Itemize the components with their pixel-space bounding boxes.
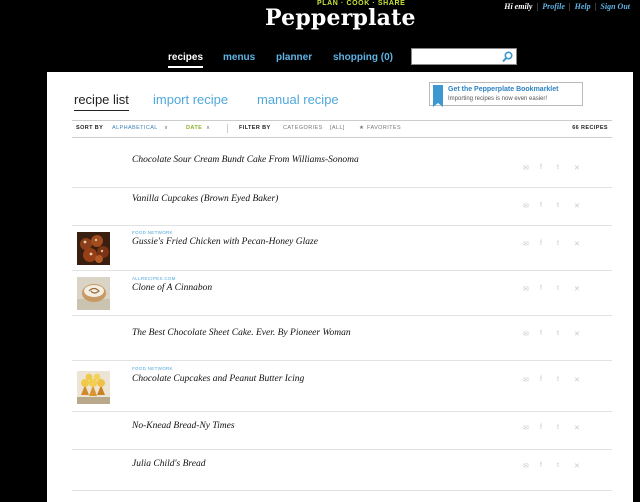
search-box <box>411 48 517 68</box>
row-actions: ✉ f t ✕ <box>523 240 583 248</box>
facebook-icon[interactable]: f <box>540 462 542 469</box>
greeting: Hi emily <box>504 2 533 11</box>
sort-by-label: SORT BY <box>76 125 104 131</box>
facebook-icon[interactable]: f <box>540 285 542 292</box>
top-header: PLAN · COOK · SHARE Pepperplate Hi emily… <box>0 0 640 40</box>
recipe-title[interactable]: No-Knead Bread-Ny Times <box>132 421 235 431</box>
content-panel: recipe list import recipe manual recipe … <box>47 72 633 502</box>
recipe-title[interactable]: Gussie's Fried Chicken with Pecan-Honey … <box>132 237 318 247</box>
bookmarklet-subtitle: Importing recipes is now even easier! <box>448 96 548 102</box>
list-item[interactable]: Chocolate Sour Cream Bundt Cake From Wil… <box>72 147 612 188</box>
twitter-icon[interactable]: t <box>557 462 559 469</box>
twitter-icon[interactable]: t <box>557 285 559 292</box>
row-actions: ✉ f t ✕ <box>523 376 583 384</box>
list-item[interactable]: ALLRECIPES.COM Clone of A Cinnabon ✉ f t… <box>72 271 612 316</box>
sort-date-arrow-icon: ∧ <box>206 125 211 131</box>
search-icon[interactable] <box>502 50 513 68</box>
email-icon[interactable]: ✉ <box>523 202 529 210</box>
user-links: Hi emily | Profile | Help | Sign Out <box>504 2 630 11</box>
filter-favorites[interactable]: FAVORITES <box>367 125 401 131</box>
list-item[interactable]: Julia Child's Bread ✉ f t ✕ <box>72 450 612 491</box>
bookmark-icon <box>433 85 443 107</box>
filter-categories-value[interactable]: [ALL] <box>330 125 345 131</box>
bookmarklet-title: Get the Pepperplate Bookmarklet <box>448 86 559 93</box>
search-input[interactable] <box>414 52 500 66</box>
row-actions: ✉ f t ✕ <box>523 285 583 293</box>
sort-filter-bar: SORT BY ALPHABETICAL ∨ DATE ∧ FILTER BY … <box>72 120 612 138</box>
twitter-icon[interactable]: t <box>557 376 559 383</box>
nav-recipes[interactable]: recipes <box>168 52 204 68</box>
delete-icon[interactable]: ✕ <box>574 285 580 293</box>
twitter-icon[interactable]: t <box>557 164 559 171</box>
nav-planner[interactable]: planner <box>276 52 312 63</box>
delete-icon[interactable]: ✕ <box>574 424 580 432</box>
facebook-icon[interactable]: f <box>540 164 542 171</box>
facebook-icon[interactable]: f <box>540 330 542 337</box>
help-link[interactable]: Help <box>575 2 591 11</box>
email-icon[interactable]: ✉ <box>523 330 529 338</box>
facebook-icon[interactable]: f <box>540 376 542 383</box>
row-actions: ✉ f t ✕ <box>523 462 583 470</box>
delete-icon[interactable]: ✕ <box>574 202 580 210</box>
recipe-title[interactable]: Vanilla Cupcakes (Brown Eyed Baker) <box>132 194 278 204</box>
nav-shopping[interactable]: shopping (0) <box>333 52 393 63</box>
twitter-icon[interactable]: t <box>557 424 559 431</box>
recipe-source[interactable]: ALLRECIPES.COM <box>132 276 176 281</box>
facebook-icon[interactable]: f <box>540 202 542 209</box>
facebook-icon[interactable]: f <box>540 424 542 431</box>
email-icon[interactable]: ✉ <box>523 240 529 248</box>
filter-by-label: FILTER BY <box>239 125 271 131</box>
delete-icon[interactable]: ✕ <box>574 164 580 172</box>
list-item[interactable]: Vanilla Cupcakes (Brown Eyed Baker) ✉ f … <box>72 188 612 226</box>
filter-categories[interactable]: CATEGORIES <box>283 125 323 131</box>
star-icon: ★ <box>359 125 365 131</box>
list-item[interactable]: FOOD NETWORK Chocolate Cupcakes and Pean… <box>72 361 612 412</box>
recipe-title[interactable]: Chocolate Sour Cream Bundt Cake From Wil… <box>132 155 359 165</box>
list-item[interactable]: FOOD NETWORK Gussie's Fried Chicken with… <box>72 226 612 271</box>
tab-import-recipe[interactable]: import recipe <box>153 92 228 107</box>
twitter-icon[interactable]: t <box>557 202 559 209</box>
row-actions: ✉ f t ✕ <box>523 164 583 172</box>
twitter-icon[interactable]: t <box>557 330 559 337</box>
sort-date[interactable]: DATE <box>186 125 202 131</box>
recipe-title[interactable]: The Best Chocolate Sheet Cake. Ever. By … <box>132 328 351 338</box>
recipe-source[interactable]: FOOD NETWORK <box>132 366 173 371</box>
facebook-icon[interactable]: f <box>540 240 542 247</box>
recipe-title[interactable]: Julia Child's Bread <box>132 459 205 469</box>
recipe-title[interactable]: Clone of A Cinnabon <box>132 283 212 293</box>
email-icon[interactable]: ✉ <box>523 462 529 470</box>
main-nav: recipes menus planner shopping (0) <box>0 40 640 72</box>
tab-recipe-list[interactable]: recipe list <box>74 92 129 111</box>
tab-manual-recipe[interactable]: manual recipe <box>257 92 339 107</box>
delete-icon[interactable]: ✕ <box>574 240 580 248</box>
profile-link[interactable]: Profile <box>542 2 565 11</box>
row-actions: ✉ f t ✕ <box>523 330 583 338</box>
recipe-thumbnail-cupcakes[interactable] <box>77 371 110 404</box>
recipe-source[interactable]: FOOD NETWORK <box>132 230 173 235</box>
sign-out-link[interactable]: Sign Out <box>600 2 630 11</box>
bookmarklet-banner[interactable]: Get the Pepperplate Bookmarklet Importin… <box>429 82 583 107</box>
email-icon[interactable]: ✉ <box>523 376 529 384</box>
row-actions: ✉ f t ✕ <box>523 202 583 210</box>
email-icon[interactable]: ✉ <box>523 285 529 293</box>
recipe-thumbnail-cinnamon-roll[interactable] <box>77 277 110 310</box>
recipe-count: 66 RECIPES <box>572 125 608 131</box>
recipe-title[interactable]: Chocolate Cupcakes and Peanut Butter Ici… <box>132 374 304 384</box>
nav-menus[interactable]: menus <box>223 52 255 63</box>
logo[interactable]: Pepperplate <box>265 5 416 31</box>
recipe-thumbnail-fried-chicken[interactable] <box>77 232 110 265</box>
list-item[interactable]: No-Knead Bread-Ny Times ✉ f t ✕ <box>72 412 612 450</box>
list-item[interactable]: The Best Chocolate Sheet Cake. Ever. By … <box>72 316 612 361</box>
delete-icon[interactable]: ✕ <box>574 462 580 470</box>
twitter-icon[interactable]: t <box>557 240 559 247</box>
sort-arrow-icon: ∨ <box>164 125 169 131</box>
delete-icon[interactable]: ✕ <box>574 330 580 338</box>
delete-icon[interactable]: ✕ <box>574 376 580 384</box>
sort-alphabetical[interactable]: ALPHABETICAL <box>112 125 158 131</box>
email-icon[interactable]: ✉ <box>523 424 529 432</box>
email-icon[interactable]: ✉ <box>523 164 529 172</box>
row-actions: ✉ f t ✕ <box>523 424 583 432</box>
divider <box>227 124 228 133</box>
